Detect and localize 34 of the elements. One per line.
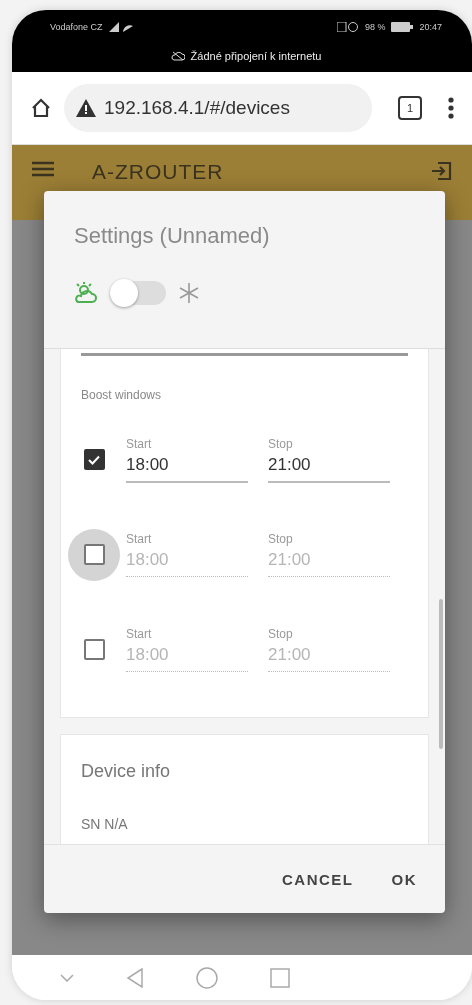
warning-icon [76,99,96,117]
info-line: SN N/A [81,816,129,832]
time-field[interactable]: Start 18:00 [126,436,248,483]
tab-count[interactable]: 1 [398,96,422,120]
section-heading: Boost windows [81,388,163,402]
dialog-button[interactable]: CANCEL [268,860,368,898]
snowflake-icon [178,282,200,304]
battery-percent: 98 % [364,22,386,32]
dialog-title: Settings (Unnamed) [74,223,271,249]
clock-time: 20:47 [419,22,442,32]
time-field[interactable]: Stop 21:00 [268,436,390,483]
checkbox[interactable] [83,544,105,565]
back-icon[interactable] [126,967,144,988]
menu-icon[interactable] [32,161,54,177]
checkbox[interactable] [83,449,105,470]
mode-switch[interactable] [110,281,166,305]
offline-notice: Žádné připojení k internetu [190,50,322,62]
carrier-name: Vodafone CZ [50,22,103,32]
signal-icon [108,22,135,32]
battery-icon [391,22,414,32]
more-options-icon[interactable] [448,97,454,119]
cloud-off-icon [170,51,185,61]
logout-icon[interactable] [430,161,452,181]
sun-cloud-icon [74,281,98,305]
home-icon[interactable] [30,97,52,119]
section-heading: Device info [81,761,172,782]
dialog-button[interactable]: OK [377,860,431,898]
app-title: A-ZROUTER [92,161,224,183]
chevron-down-icon[interactable] [60,973,74,982]
checkmark-icon [88,454,100,465]
checkbox[interactable] [83,639,105,660]
address-bar[interactable]: 192.168.4.1/#/devices [64,84,372,132]
recents-icon[interactable] [270,967,290,988]
home-circle-icon[interactable] [196,966,218,989]
